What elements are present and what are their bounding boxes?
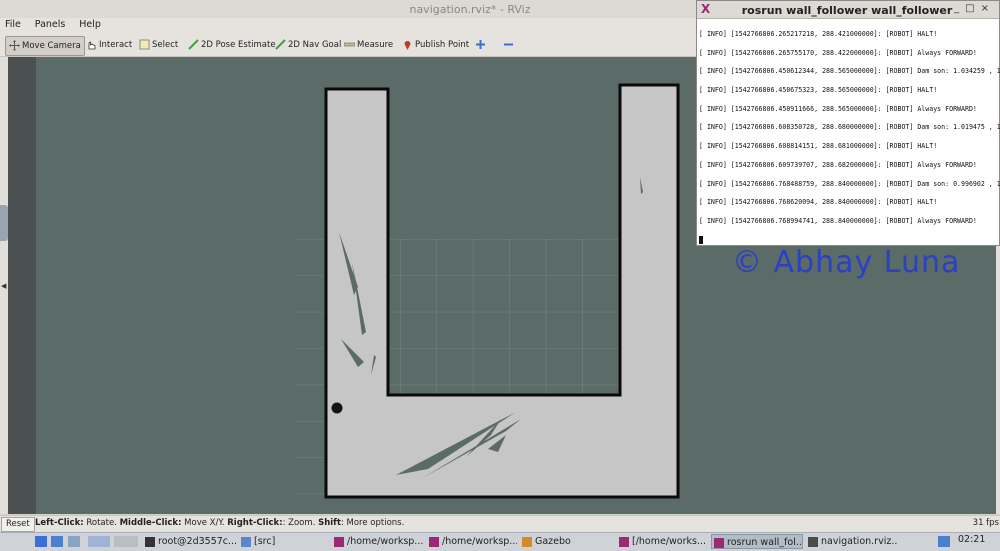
gazebo-icon (522, 537, 532, 547)
taskbar-item[interactable]: Gazebo (520, 534, 614, 549)
move-camera-icon (9, 40, 20, 51)
taskbar-item-label: rosrun wall_fol... (727, 537, 803, 548)
taskbar-item[interactable]: root@2d3557c... (143, 534, 238, 549)
xterm-icon (429, 537, 439, 547)
taskbar-item[interactable]: rosrun wall_fol... (711, 534, 803, 549)
menu-help[interactable]: Help (79, 19, 101, 30)
pose-estimate-tool[interactable]: 2D Pose Estimate (185, 36, 279, 54)
workspace-1-icon[interactable] (88, 536, 110, 547)
terminal-line: [ INFO] [1542766806.450612344, 288.56500… (699, 67, 1000, 76)
select-icon (139, 39, 150, 50)
left-dock-collapsed: ◀ (0, 57, 8, 514)
terminal-line: [ INFO] [1542766806.609739707, 288.68200… (699, 160, 977, 169)
terminal-line: [ INFO] [1542766806.450911666, 288.56500… (699, 104, 977, 113)
taskbar-item[interactable]: navigation.rviz... (806, 534, 898, 549)
terminal-line: [ INFO] [1542766806.450675323, 288.56500… (699, 86, 938, 95)
folder-icon (241, 537, 251, 547)
xterm-icon (334, 537, 344, 547)
show-desktop-icon[interactable] (68, 536, 80, 547)
terminal-output: [ INFO] [1542766806.265217218, 288.42100… (699, 30, 1000, 236)
publish-point-icon (404, 41, 411, 50)
pose-estimate-icon (188, 39, 199, 50)
taskbar-item[interactable]: [/home/works... (617, 534, 709, 549)
taskbar-item[interactable]: /home/worksp... (332, 534, 424, 549)
start-menu-icon[interactable] (35, 536, 47, 547)
terminal-titlebar[interactable]: X rosrun wall_follower wall_follower _□× (697, 1, 999, 19)
terminal-line: [ INFO] [1542766806.608814151, 288.68100… (699, 142, 938, 151)
xterm-icon (714, 538, 724, 548)
taskbar-item-label: /home/worksp... (442, 536, 517, 547)
menu-panels[interactable]: Panels (35, 19, 66, 30)
clock: 02:21 (958, 534, 986, 545)
terminal-title: rosrun wall_follower wall_follower (741, 4, 953, 17)
taskbar-item-label: [/home/works... (632, 536, 707, 547)
workspace-2-icon[interactable] (114, 536, 138, 547)
measure-tool[interactable]: Measure (341, 36, 396, 54)
terminal-icon (145, 537, 155, 547)
terminal-window[interactable]: X rosrun wall_follower wall_follower _□×… (696, 0, 1000, 246)
status-bar: Reset Left-Click: Rotate. Middle-Click: … (0, 515, 1000, 532)
status-hints: Left-Click: Rotate. Middle-Click: Move X… (35, 518, 405, 528)
menu-bar: File Panels Help (0, 18, 696, 34)
move-camera-tool[interactable]: Move Camera (5, 36, 85, 56)
terminal-line: [ INFO] [1542766806.768994741, 288.84000… (699, 216, 977, 225)
taskbar-item-label: root@2d3557c... (158, 536, 238, 547)
terminal-line: [ INFO] [1542766806.265755170, 288.42200… (699, 48, 977, 57)
taskbar-item[interactable]: [src] (239, 534, 329, 549)
interact-tool[interactable]: Interact (83, 36, 135, 54)
network-icon[interactable] (938, 536, 950, 547)
remove-tool-button[interactable] (500, 36, 519, 54)
watermark: © Abhay Luna (732, 245, 961, 280)
taskbar-item-label: [src] (254, 536, 276, 547)
robot-marker (331, 402, 343, 414)
taskbar: root@2d3557c... [src] /home/worksp... /home… (0, 532, 1000, 551)
terminal-line: [ INFO] [1542766806.608350728, 288.68000… (699, 123, 1000, 132)
taskbar-item-label: Gazebo (535, 536, 571, 547)
minus-icon (504, 43, 513, 46)
window-controls[interactable]: _□× (954, 3, 995, 14)
expand-left-icon[interactable]: ◀ (1, 282, 6, 290)
reset-button[interactable]: Reset (1, 517, 35, 532)
taskbar-item[interactable]: /home/worksp... (427, 534, 517, 549)
terminal-line: [ INFO] [1542766806.768488759, 288.84000… (699, 179, 1000, 188)
interact-icon (88, 41, 96, 50)
taskbar-item-label: navigation.rviz... (821, 536, 898, 547)
toolbar: Move Camera Interact Select 2D Pose Esti… (0, 34, 696, 57)
measure-icon (344, 42, 355, 47)
file-manager-icon[interactable] (51, 536, 63, 547)
terminal-line: [ INFO] [1542766806.265217218, 288.42100… (699, 30, 938, 38)
nav-goal-icon (275, 39, 286, 50)
terminal-line: [ INFO] [1542766806.768620094, 288.84000… (699, 198, 938, 207)
plus-icon (476, 40, 485, 49)
select-tool[interactable]: Select (136, 36, 181, 54)
menu-file[interactable]: File (5, 19, 21, 30)
add-tool-button[interactable] (472, 36, 491, 54)
terminal-cursor (699, 236, 703, 244)
nav-goal-tool[interactable]: 2D Nav Goal (272, 36, 344, 54)
taskbar-item-label: /home/worksp... (347, 536, 424, 547)
xterm-icon (619, 537, 629, 547)
rviz-icon (808, 537, 818, 547)
publish-point-tool[interactable]: Publish Point (399, 36, 472, 54)
viewport-left-edge (8, 57, 36, 514)
left-dock-handle[interactable] (0, 205, 8, 241)
fps-counter: 31 fps (972, 518, 999, 528)
